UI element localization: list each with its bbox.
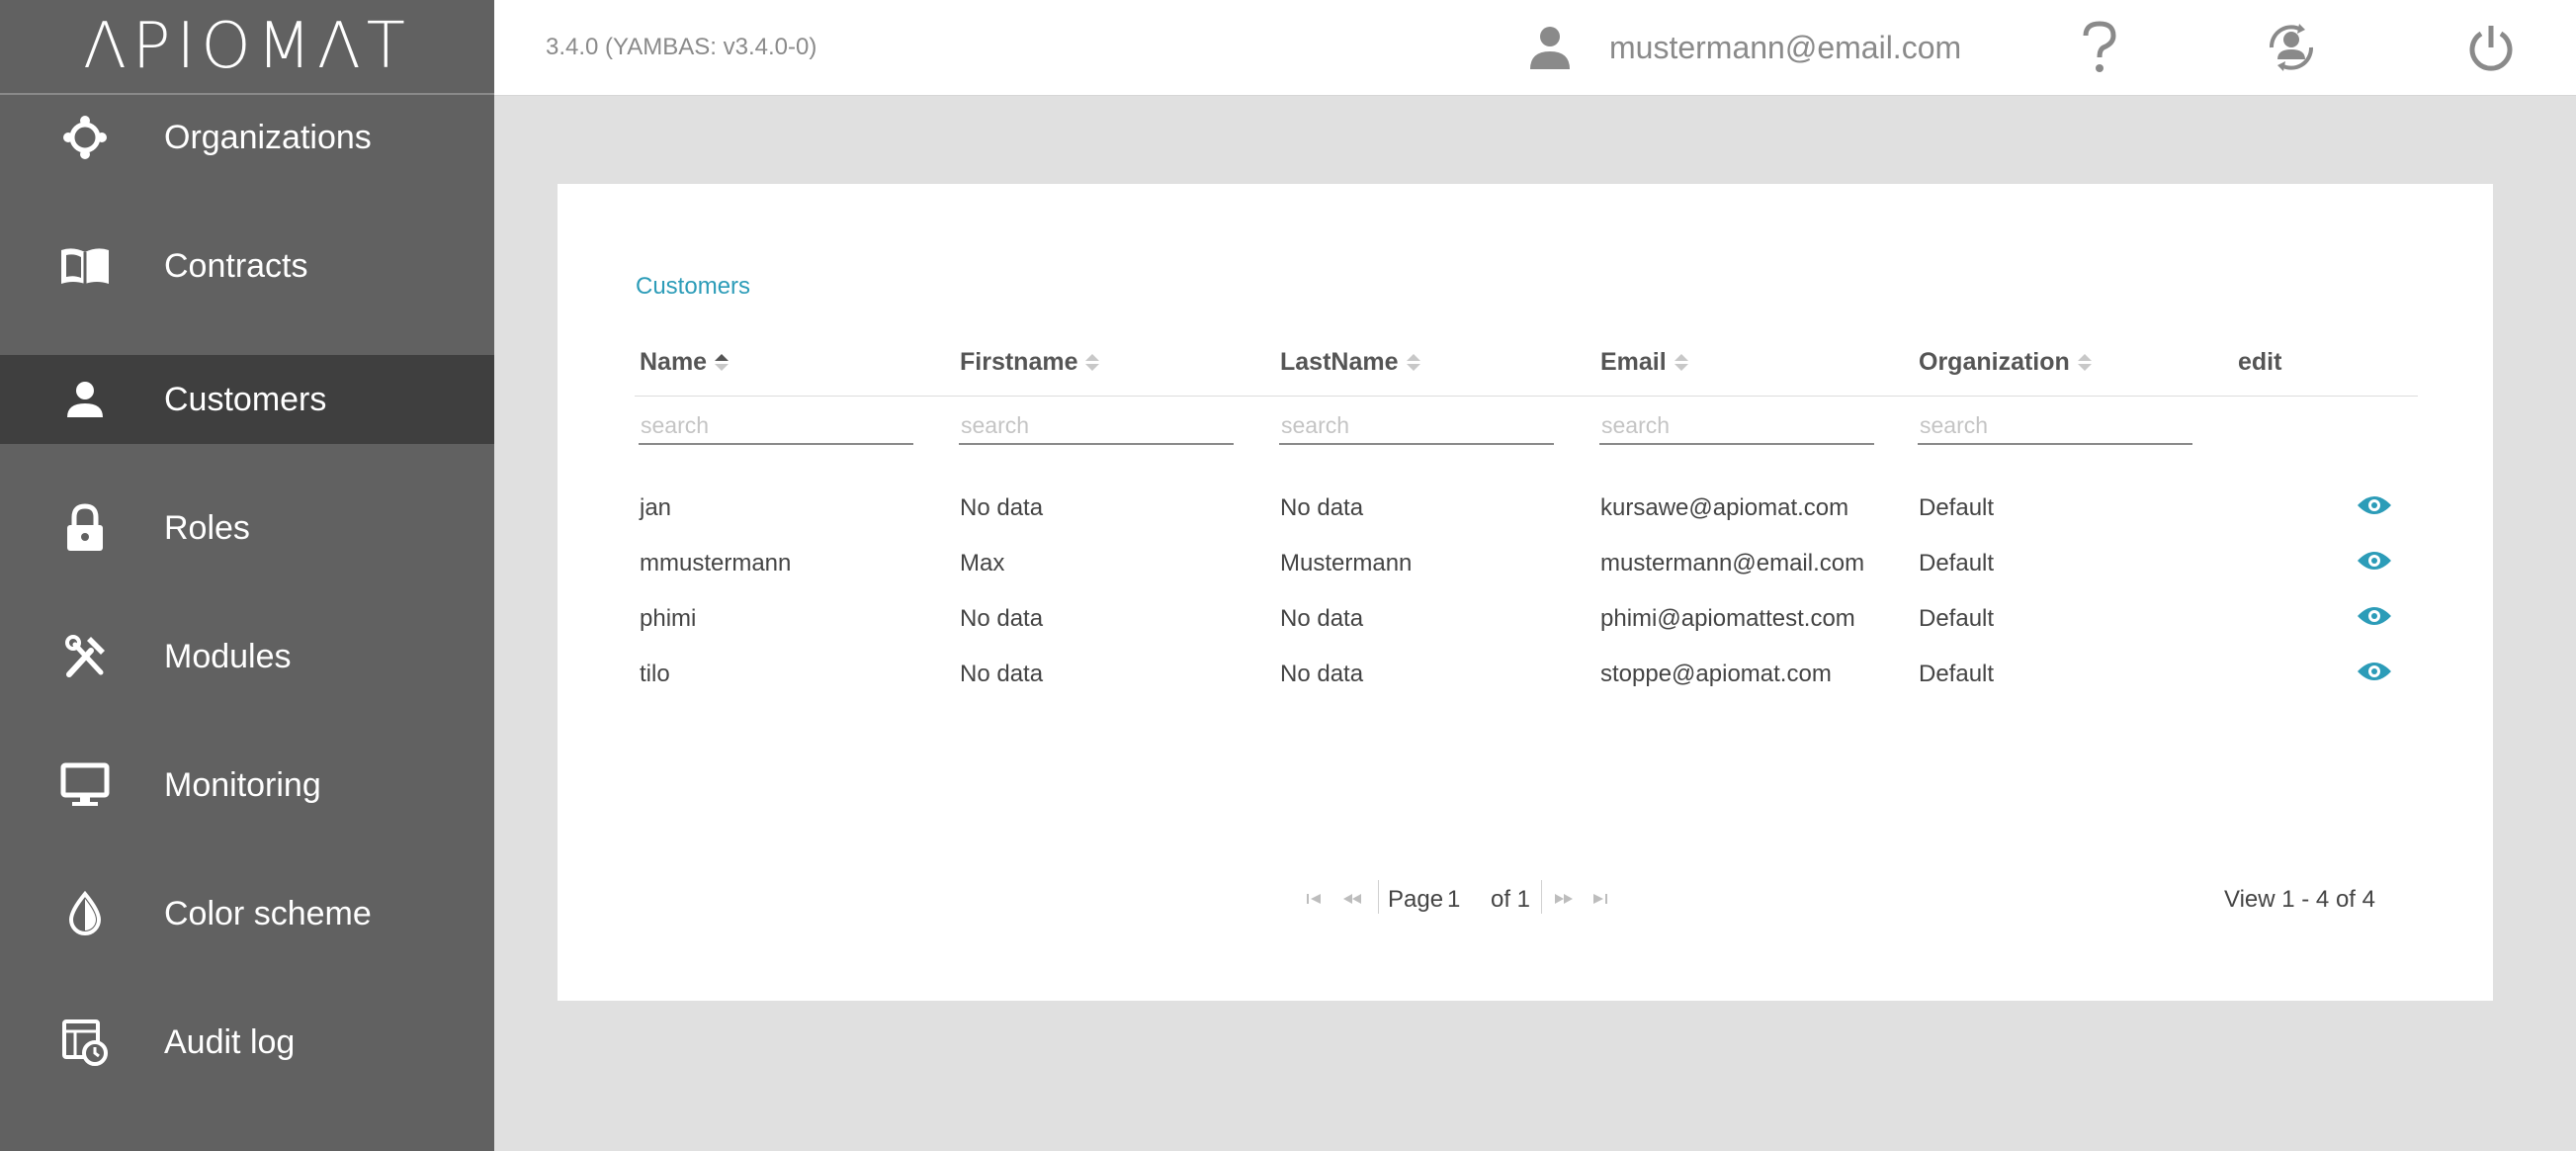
cell-email: mustermann@email.com bbox=[1600, 550, 1865, 576]
sidebar-item-label: Modules bbox=[164, 637, 292, 675]
column-header-lastname[interactable]: LastName bbox=[1280, 348, 1420, 377]
top-header: 3.4.0 (YAMBAS: v3.4.0-0) mustermann@emai… bbox=[494, 0, 2576, 96]
pager-separator bbox=[1378, 880, 1379, 914]
sort-icon bbox=[1406, 354, 1420, 371]
last-page-icon[interactable] bbox=[1588, 888, 1611, 910]
audit-log-icon bbox=[59, 1017, 111, 1068]
switch-account-icon[interactable] bbox=[2262, 18, 2321, 77]
cell-lastname: No data bbox=[1280, 494, 1364, 521]
first-page-icon[interactable] bbox=[1303, 888, 1327, 910]
sidebar-item-label: Contracts bbox=[164, 246, 308, 285]
sidebar: ΛPIOMΛT Organizations Contracts Customer… bbox=[0, 0, 494, 1151]
logo-bar: ΛPIOMΛT bbox=[0, 0, 494, 95]
book-icon bbox=[59, 240, 111, 292]
cell-lastname: Mustermann bbox=[1280, 550, 1413, 576]
cell-organization: Default bbox=[1919, 550, 1995, 576]
column-label: Firstname bbox=[960, 348, 1078, 376]
user-icon bbox=[1520, 18, 1580, 77]
cell-firstname: No data bbox=[960, 605, 1044, 632]
sort-icon bbox=[1674, 354, 1688, 371]
column-label: Organization bbox=[1919, 348, 2070, 376]
version-label: 3.4.0 (YAMBAS: v3.4.0-0) bbox=[546, 34, 817, 60]
cell-firstname: No data bbox=[960, 494, 1044, 521]
search-input-name[interactable] bbox=[639, 407, 913, 445]
help-icon[interactable] bbox=[2070, 18, 2129, 77]
column-label: Email bbox=[1600, 348, 1667, 376]
prev-page-icon[interactable] bbox=[1340, 888, 1364, 910]
view-eye-icon[interactable] bbox=[2357, 660, 2392, 683]
cell-organization: Default bbox=[1919, 661, 1995, 687]
cell-name: phimi bbox=[640, 605, 697, 632]
page-title[interactable]: Customers bbox=[636, 273, 750, 301]
search-input-lastname[interactable] bbox=[1279, 407, 1554, 445]
cell-email: stoppe@apiomat.com bbox=[1600, 661, 1832, 687]
cell-organization: Default bbox=[1919, 494, 1995, 521]
sidebar-item-label: Organizations bbox=[164, 118, 372, 156]
apiomat-logo: ΛPIOMΛT bbox=[83, 10, 411, 83]
sidebar-item-customers[interactable]: Customers bbox=[0, 355, 494, 444]
view-range-text: View 1 - 4 of 4 bbox=[2224, 886, 2375, 913]
person-icon bbox=[59, 374, 111, 425]
sidebar-item-label: Audit log bbox=[164, 1022, 296, 1061]
sidebar-item-roles[interactable]: Roles bbox=[0, 484, 494, 573]
user-email[interactable]: mustermann@email.com bbox=[1609, 30, 1961, 66]
column-header-name[interactable]: Name bbox=[640, 348, 730, 377]
cell-name: mmustermann bbox=[640, 550, 792, 576]
sort-icon bbox=[1085, 354, 1100, 371]
organizations-icon bbox=[59, 112, 111, 163]
lock-icon bbox=[59, 502, 111, 554]
cell-email: phimi@apiomattest.com bbox=[1600, 605, 1855, 632]
sidebar-item-label: Customers bbox=[164, 380, 327, 418]
cell-organization: Default bbox=[1919, 605, 1995, 632]
cell-name: tilo bbox=[640, 661, 670, 687]
sidebar-item-contracts[interactable]: Contracts bbox=[0, 221, 494, 310]
sidebar-item-audit-log[interactable]: Audit log bbox=[0, 998, 494, 1087]
sort-icon bbox=[715, 354, 730, 371]
sidebar-item-monitoring[interactable]: Monitoring bbox=[0, 741, 494, 830]
view-eye-icon[interactable] bbox=[2357, 549, 2392, 573]
cell-lastname: No data bbox=[1280, 661, 1364, 687]
drop-icon bbox=[59, 888, 111, 939]
sidebar-item-label: Color scheme bbox=[164, 894, 372, 932]
column-header-email[interactable]: Email bbox=[1600, 348, 1688, 377]
search-input-organization[interactable] bbox=[1918, 407, 2192, 445]
cell-firstname: Max bbox=[960, 550, 1005, 576]
cell-email: kursawe@apiomat.com bbox=[1600, 494, 1849, 521]
tools-icon bbox=[59, 631, 111, 682]
sidebar-item-color-scheme[interactable]: Color scheme bbox=[0, 869, 494, 958]
sidebar-item-modules[interactable]: Modules bbox=[0, 612, 494, 701]
column-label: edit bbox=[2238, 348, 2282, 376]
page-total: of 1 bbox=[1491, 886, 1531, 913]
sidebar-item-organizations[interactable]: Organizations bbox=[0, 93, 494, 182]
column-label: Name bbox=[640, 348, 708, 376]
column-label: LastName bbox=[1280, 348, 1399, 376]
customers-card: Customers Name Firstname LastName Email … bbox=[558, 184, 2493, 1001]
sidebar-item-label: Monitoring bbox=[164, 765, 321, 804]
page-number-input[interactable]: 1 bbox=[1447, 886, 1460, 914]
pager-separator bbox=[1541, 880, 1542, 914]
column-header-firstname[interactable]: Firstname bbox=[960, 348, 1100, 377]
cell-name: jan bbox=[640, 494, 672, 521]
power-icon[interactable] bbox=[2461, 18, 2521, 77]
search-input-firstname[interactable] bbox=[959, 407, 1234, 445]
header-divider bbox=[635, 396, 2418, 397]
page-label: Page bbox=[1388, 886, 1444, 913]
search-input-email[interactable] bbox=[1599, 407, 1874, 445]
monitor-icon bbox=[59, 759, 111, 811]
next-page-icon[interactable] bbox=[1552, 888, 1576, 910]
column-header-edit: edit bbox=[2238, 348, 2281, 377]
cell-firstname: No data bbox=[960, 661, 1044, 687]
column-header-organization[interactable]: Organization bbox=[1919, 348, 2092, 377]
sort-icon bbox=[2077, 354, 2092, 371]
cell-lastname: No data bbox=[1280, 605, 1364, 632]
view-eye-icon[interactable] bbox=[2357, 604, 2392, 628]
sidebar-item-label: Roles bbox=[164, 508, 250, 547]
view-eye-icon[interactable] bbox=[2357, 493, 2392, 517]
